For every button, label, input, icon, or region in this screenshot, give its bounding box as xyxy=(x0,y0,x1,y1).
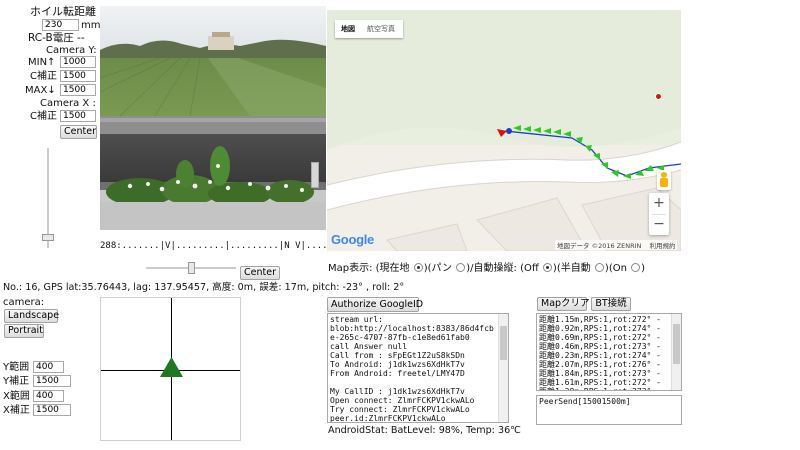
wheel-distance-unit: mm xyxy=(81,20,101,31)
peer-send-textarea[interactable]: PeerSend[15001500m] xyxy=(536,395,682,425)
camera-y-label: Camera Y: xyxy=(46,45,97,56)
radio-current-location[interactable] xyxy=(413,263,423,272)
distance-lines: 距離1.15m,RPS:1,rot:272° - 距離0.92m,RPS:1,ro… xyxy=(539,315,679,390)
log-line: My CallID : j1dk1wzs6XdHkT7v xyxy=(330,387,465,396)
log-line: Call from : sFpEGt1Z2uS8kSDn xyxy=(330,351,465,360)
distance-scrollbar[interactable] xyxy=(671,314,681,390)
log-lines: stream url: blob:http://localhost:8383/86… xyxy=(330,315,506,423)
route-overlay xyxy=(497,125,681,179)
min-input[interactable] xyxy=(60,56,96,68)
log-scrollbar[interactable] xyxy=(498,314,508,422)
semi-auto-label: )(半自動 xyxy=(552,263,591,274)
c-correction-y-label: C補正 xyxy=(30,71,57,82)
x-slider-thumb[interactable] xyxy=(188,262,195,274)
peer-send-text: PeerSend[15001500m] xyxy=(539,397,631,406)
radio-auto-off[interactable] xyxy=(542,263,552,272)
y-range-input[interactable] xyxy=(33,361,64,373)
map-attribution-text: 地図データ ©2016 ZENRIN xyxy=(557,242,642,250)
authorize-google-button[interactable]: Authorize GoogleID xyxy=(327,297,423,312)
zoom-out-button[interactable]: − xyxy=(649,214,669,235)
max-label: MAX↓ xyxy=(25,85,56,96)
log-line: Try connect: ZlmrFCKPV1ckwALo xyxy=(330,405,470,414)
log-line: e-265c-4707-87fb-c1e8ed61fab0 xyxy=(330,333,470,342)
c-correction-x-label: C補正 xyxy=(30,111,57,122)
radio-semi-auto[interactable] xyxy=(594,263,604,272)
min-label: MIN↑ xyxy=(28,57,56,68)
auto-steer-label: )/自動操縦: (Off xyxy=(466,263,539,274)
distance-line: 距離0.23m,RPS:1,rot:274° - xyxy=(539,351,661,360)
x-range-input[interactable] xyxy=(33,390,64,402)
x-correction-label: X補正 xyxy=(3,405,30,416)
map-mode-row: Map表示: (現在地 )(パン )/自動操縦: (Off )(半自動 )(On… xyxy=(328,263,645,274)
camera-scrollbar-thumb[interactable] xyxy=(311,162,319,188)
map-attribution: 地図データ ©2016 ZENRIN 利用規約 xyxy=(555,240,678,250)
camera-section-label: camera: xyxy=(3,297,45,308)
c-correction-y-input[interactable] xyxy=(60,70,96,82)
max-input[interactable] xyxy=(60,84,96,96)
distance-line: 距離0.92m,RPS:1,rot:274° - xyxy=(539,324,661,333)
map-view[interactable]: 地図 航空写真 + − Google 地図データ ©2016 ZENRIN 利用… xyxy=(327,10,681,251)
camera-image xyxy=(100,6,326,230)
map-mode-close: ) xyxy=(641,263,646,274)
distance-scrollbar-thumb[interactable] xyxy=(673,324,680,364)
slider-thumb[interactable] xyxy=(42,234,54,241)
log-line: To Android: j1dk1wzs6XdHkT7v xyxy=(330,360,465,369)
log-line: From Android: freetel/LMY47D xyxy=(330,369,465,378)
distance-line: 距離1.84m,RPS:1,rot:273° - xyxy=(539,369,661,378)
camera-x-label: Camera X : xyxy=(40,98,96,109)
c-correction-x-input[interactable] xyxy=(60,110,96,122)
bt-connect-button[interactable]: BT接続 xyxy=(591,297,631,311)
zoom-in-button[interactable]: + xyxy=(649,193,669,214)
on-label: )(On xyxy=(604,263,627,274)
wheel-distance-input[interactable] xyxy=(42,19,79,31)
distance-line: 距離1.15m,RPS:1,rot:272° - xyxy=(539,315,661,324)
log-textarea[interactable]: stream url: blob:http://localhost:8383/86… xyxy=(327,313,509,423)
log-line: stream url: xyxy=(330,315,383,324)
rcb-voltage-label: RC-B電圧 -- xyxy=(28,32,85,44)
camera-view xyxy=(100,6,326,230)
center-button-left[interactable]: Center xyxy=(60,125,97,139)
google-logo-text: Google xyxy=(331,232,374,247)
camera-scrollbar[interactable] xyxy=(309,160,321,230)
map-clear-button[interactable]: Mapクリア xyxy=(537,297,590,311)
android-stat: AndroidStat: BatLevel: 98%, Temp: 36℃ xyxy=(328,425,521,436)
joystick-marker-icon[interactable] xyxy=(160,357,183,377)
zoom-control: + − xyxy=(649,193,669,235)
y-correction-label: Y補正 xyxy=(3,376,30,387)
map-mode-pan: )(パン xyxy=(423,263,453,274)
log-scrollbar-thumb[interactable] xyxy=(500,326,507,360)
distance-log[interactable]: 距離1.15m,RPS:1,rot:272° - 距離0.92m,RPS:1,ro… xyxy=(536,313,682,391)
camera-x-slider[interactable] xyxy=(146,262,236,274)
radio-pan[interactable] xyxy=(456,263,466,272)
portrait-button[interactable]: Portrait xyxy=(4,324,44,338)
map-terms-link[interactable]: 利用規約 xyxy=(649,242,675,250)
distance-line: 距離0.69m,RPS:1,rot:272° - xyxy=(539,333,661,342)
distance-line: 距離0.46m,RPS:1,rot:273° - xyxy=(539,342,661,351)
log-line: call Answer null xyxy=(330,342,408,351)
landscape-button[interactable]: Landscape xyxy=(4,309,59,323)
center-button-camera[interactable]: Center xyxy=(240,266,280,280)
google-logo[interactable]: Google xyxy=(331,232,374,247)
pegman-icon[interactable] xyxy=(657,170,671,190)
log-line: peer.id:ZlmrFCKPV1ckwALo xyxy=(330,414,446,423)
camera-y-slider[interactable] xyxy=(42,148,54,248)
y-correction-input[interactable] xyxy=(33,375,71,387)
gps-status-line: No.: 16, GPS lat:35.76443, lag: 137.9545… xyxy=(3,282,405,293)
joystick-pad[interactable] xyxy=(100,297,241,441)
distance-line: 距離2.07m,RPS:1,rot:276° - xyxy=(539,360,661,369)
x-range-label: X範囲 xyxy=(3,391,30,402)
log-line: Open connect: ZlmrFCKPV1ckwALo xyxy=(330,396,475,405)
x-correction-input[interactable] xyxy=(33,404,71,416)
radio-auto-on[interactable] xyxy=(631,263,641,272)
log-line: blob:http://localhost:8383/86d4fcb xyxy=(330,324,494,333)
distance-line: 距離1.61m,RPS:1,rot:272° - xyxy=(539,378,661,387)
map-mode-label: Map表示: (現在地 xyxy=(328,263,410,274)
slider-track xyxy=(47,148,49,248)
wheel-distance-label: ホイル転距離 xyxy=(30,5,96,18)
y-range-label: Y範囲 xyxy=(3,362,30,373)
distance-line: 距離1.38m,RPS:1,rot:273° - xyxy=(539,387,679,390)
